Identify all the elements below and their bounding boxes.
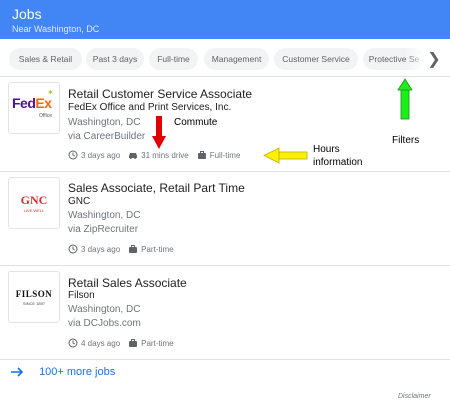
annotation-arrows (152, 78, 413, 164)
annotation-filters: Filters (392, 135, 420, 146)
annotation-commute: Commute (174, 117, 218, 128)
yellow-arrow (263, 147, 308, 164)
annotation-hours-info: information (313, 157, 363, 168)
green-arrow (397, 78, 413, 120)
red-arrow (152, 116, 166, 149)
annotation-hours: Hours (313, 144, 340, 155)
